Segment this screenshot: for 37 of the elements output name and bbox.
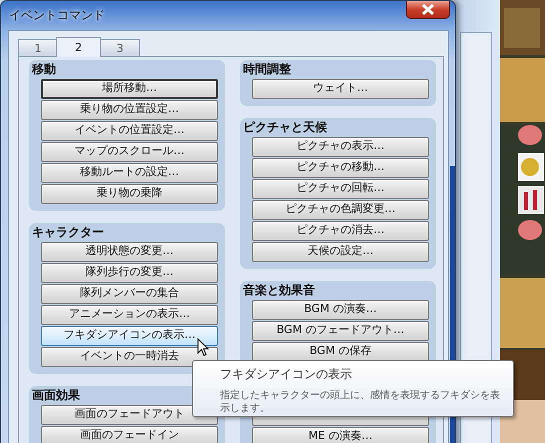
group-title: 画面効果 — [32, 387, 80, 404]
command-button[interactable]: 画面のフェードアウト — [41, 405, 218, 425]
command-button[interactable]: マップのスクロール… — [41, 142, 218, 162]
command-button[interactable]: 場所移動… — [41, 79, 218, 99]
command-button[interactable]: 隊列メンバーの集合 — [41, 284, 218, 304]
command-button[interactable]: イベントの位置設定… — [41, 121, 218, 141]
command-button[interactable]: 隊列歩行の変更… — [41, 263, 218, 283]
command-button[interactable]: BGM のフェードアウト… — [252, 321, 429, 341]
window-title: イベントコマンド — [9, 7, 105, 24]
command-button[interactable]: フキダシアイコンの表示… — [41, 326, 218, 346]
group-title: ピクチャと天候 — [243, 119, 327, 136]
tooltip-text: 指定したキャラクターの頭上に、感情を表現するフキダシを表示します。 — [220, 389, 501, 415]
group-title: キャラクター — [32, 224, 104, 241]
command-button[interactable]: 画面のフェードイン — [41, 426, 218, 443]
command-button[interactable]: ピクチャの表示… — [252, 137, 429, 157]
command-button[interactable]: ME の演奏… — [252, 427, 429, 443]
command-button[interactable]: イベントの一時消去 — [41, 347, 218, 367]
command-button[interactable]: BGM の演奏… — [252, 300, 429, 320]
command-button[interactable]: 移動ルートの設定… — [41, 163, 218, 183]
group-title: 音楽と効果音 — [243, 282, 315, 299]
command-button[interactable]: BGM の保存 — [252, 342, 429, 362]
tooltip-title: フキダシアイコンの表示 — [220, 366, 353, 383]
command-button[interactable]: ウェイト… — [252, 79, 429, 99]
command-button[interactable]: 透明状態の変更… — [41, 242, 218, 262]
tab[interactable]: 3 — [100, 39, 140, 56]
command-button[interactable]: ピクチャの消去… — [252, 221, 429, 241]
tab[interactable]: 1 — [18, 39, 58, 56]
command-button[interactable]: 乗り物の位置設定… — [41, 100, 218, 120]
command-button[interactable]: 乗り物の乗降 — [41, 184, 218, 204]
command-button[interactable]: ピクチャの色調変更… — [252, 200, 429, 220]
command-button[interactable]: ピクチャの移動… — [252, 158, 429, 178]
command-button[interactable]: アニメーションの表示… — [41, 305, 218, 325]
group-title: 移動 — [32, 61, 56, 78]
tab[interactable]: 2 — [56, 37, 101, 57]
command-button[interactable]: 天候の設定… — [252, 242, 429, 262]
command-button[interactable]: ピクチャの回転… — [252, 179, 429, 199]
group-title: 時間調整 — [243, 61, 291, 78]
